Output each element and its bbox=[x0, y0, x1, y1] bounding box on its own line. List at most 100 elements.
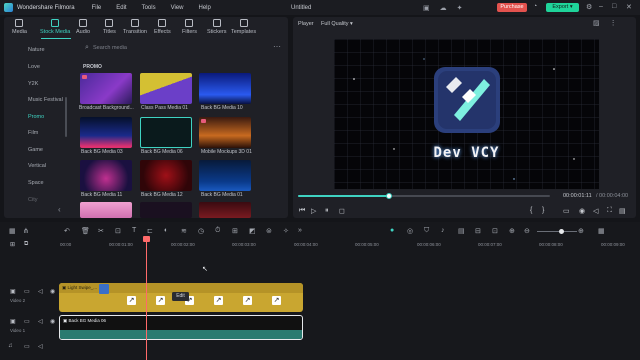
timer-icon[interactable]: ⏱ bbox=[215, 227, 220, 235]
tab-stickers[interactable]: Stickers bbox=[207, 19, 227, 35]
media-thumb-back-bg-11[interactable] bbox=[80, 160, 132, 191]
media-thumb-back-bg-03[interactable] bbox=[80, 117, 132, 148]
minimize-icon[interactable]: – bbox=[599, 3, 603, 10]
tab-media[interactable]: Media bbox=[12, 19, 27, 35]
audio-tool-icon[interactable]: ≋ bbox=[181, 227, 187, 235]
crop-icon[interactable]: ⊡ bbox=[115, 227, 121, 235]
microphone-icon[interactable]: ♪ bbox=[441, 227, 445, 234]
folder-track-icon[interactable]: ▭ bbox=[24, 343, 30, 350]
sidebar-item-promo[interactable]: Promo bbox=[28, 114, 44, 120]
tab-titles[interactable]: Titles bbox=[103, 19, 116, 35]
menu-edit[interactable]: Edit bbox=[116, 5, 126, 11]
pause-icon[interactable]: ⏸ bbox=[325, 207, 329, 215]
fullscreen-icon[interactable]: ⛶ bbox=[607, 207, 612, 215]
undo-icon[interactable]: ↶ bbox=[64, 227, 70, 235]
add-track-icon[interactable]: ⊞ bbox=[10, 241, 15, 248]
display-settings-icon[interactable]: ▭ bbox=[563, 207, 570, 215]
quality-dropdown[interactable]: Full Quality ▾ bbox=[321, 21, 353, 27]
export-button[interactable]: Export ▾ bbox=[546, 3, 579, 12]
sidebar-item-space[interactable]: Space bbox=[28, 180, 44, 186]
motion-icon[interactable]: ⊡ bbox=[492, 227, 498, 235]
sidebar-item-love[interactable]: Love bbox=[28, 64, 40, 70]
eye-icon[interactable]: ◉ bbox=[50, 318, 55, 325]
progress-handle[interactable] bbox=[385, 193, 392, 199]
playhead[interactable] bbox=[146, 238, 147, 360]
media-thumb-back-bg-10[interactable] bbox=[199, 73, 251, 104]
delete-icon[interactable]: 🗑 bbox=[81, 227, 90, 235]
magnet-icon[interactable]: ⋔ bbox=[23, 227, 29, 235]
link-icon[interactable]: ⧉ bbox=[24, 241, 28, 248]
sidebar-item-film[interactable]: Film bbox=[28, 130, 38, 136]
search-input[interactable]: Search media bbox=[93, 45, 127, 51]
play-icon[interactable]: ▷ bbox=[311, 207, 316, 215]
zoom-slider[interactable] bbox=[537, 229, 577, 234]
media-thumb-row4-1[interactable] bbox=[80, 202, 132, 218]
zoom-out-icon[interactable]: ⊖ bbox=[524, 227, 530, 235]
tab-audio[interactable]: Audio bbox=[76, 19, 90, 35]
media-thumb-broadcast[interactable] bbox=[80, 73, 132, 104]
playback-progress-bar[interactable] bbox=[298, 193, 550, 199]
menu-view[interactable]: View bbox=[171, 5, 184, 11]
layout-icon[interactable]: ▦ bbox=[9, 227, 16, 235]
cloud-icon[interactable]: ☁ bbox=[440, 4, 447, 12]
sidebar-item-nature[interactable]: Nature bbox=[28, 47, 45, 53]
mark-out-icon[interactable]: } bbox=[542, 207, 544, 214]
snapshot-tool-icon[interactable]: ⊟ bbox=[475, 227, 481, 235]
volume-track-icon[interactable]: ◁ bbox=[38, 288, 43, 295]
sidebar-item-music-festival[interactable]: Music Festival bbox=[28, 97, 63, 103]
volume-track-icon[interactable]: ◁ bbox=[38, 343, 43, 350]
image-icon[interactable]: ▨ bbox=[593, 19, 600, 27]
tab-effects[interactable]: Effects bbox=[154, 19, 171, 35]
sidebar-scrollbar[interactable] bbox=[65, 97, 67, 137]
notification-icon[interactable]: ◔ bbox=[533, 3, 537, 10]
voiceover-icon[interactable]: ▤ bbox=[458, 227, 465, 235]
settings-icon[interactable]: ⚙ bbox=[586, 3, 592, 11]
close-icon[interactable]: ✕ bbox=[626, 3, 632, 11]
folder-track-icon[interactable]: ▭ bbox=[24, 318, 30, 325]
purchase-button[interactable]: Purchase bbox=[497, 3, 527, 12]
folder-track-icon[interactable]: ▭ bbox=[24, 288, 30, 295]
video-clip[interactable]: ▣ Back BG Media 06 bbox=[59, 315, 303, 340]
stop-icon[interactable]: ◻ bbox=[339, 207, 345, 215]
gift-icon[interactable]: ✦ bbox=[457, 4, 463, 12]
eye-icon[interactable]: ◉ bbox=[50, 288, 55, 295]
save-icon[interactable]: ▣ bbox=[423, 4, 430, 12]
more-icon[interactable]: ⋮ bbox=[610, 19, 617, 27]
mask-icon[interactable]: ◩ bbox=[249, 227, 256, 235]
maximize-icon[interactable]: □ bbox=[612, 3, 616, 10]
tab-transition[interactable]: Transition bbox=[123, 19, 147, 35]
trim-icon[interactable]: ⊏ bbox=[147, 227, 153, 235]
menu-file[interactable]: File bbox=[92, 5, 102, 11]
snapshot-icon[interactable]: ◉ bbox=[579, 207, 585, 215]
zoom-in-icon[interactable]: ⊕ bbox=[578, 227, 584, 235]
menu-tools[interactable]: Tools bbox=[142, 5, 156, 11]
media-thumb-row4-3[interactable] bbox=[199, 202, 251, 218]
media-thumb-back-bg-01[interactable] bbox=[199, 160, 251, 191]
media-thumb-mobile-mockups[interactable] bbox=[199, 117, 251, 148]
text-tool-icon[interactable]: T bbox=[132, 227, 136, 234]
more-options-icon[interactable]: ⋯ bbox=[273, 42, 281, 51]
shield-icon[interactable]: ⛉ bbox=[424, 227, 429, 235]
render-icon[interactable]: ▤ bbox=[619, 207, 626, 215]
collapse-sidebar-icon[interactable]: ‹ bbox=[58, 205, 61, 214]
volume-icon[interactable]: ◁ bbox=[593, 207, 598, 215]
more-tools-icon[interactable]: » bbox=[298, 227, 302, 234]
media-thumb-back-bg-06[interactable] bbox=[140, 117, 192, 148]
zoom-slider-handle[interactable] bbox=[559, 229, 564, 234]
media-thumb-class-pass[interactable] bbox=[140, 73, 192, 104]
fit-icon[interactable]: ⊞ bbox=[232, 227, 238, 235]
ai-icon[interactable]: ✧ bbox=[283, 227, 289, 235]
grid-view-icon[interactable]: ▦ bbox=[598, 227, 605, 235]
tab-stock-media[interactable]: Stock Media bbox=[40, 19, 70, 35]
media-thumb-row4-2[interactable] bbox=[140, 202, 192, 218]
sidebar-item-vertical[interactable]: Vertical bbox=[28, 163, 46, 169]
tab-templates[interactable]: Templates bbox=[231, 19, 256, 35]
speed-icon[interactable]: ◷ bbox=[198, 227, 204, 235]
menu-help[interactable]: Help bbox=[199, 5, 211, 11]
sidebar-item-city[interactable]: City bbox=[28, 197, 37, 203]
color-icon[interactable]: ◐ bbox=[164, 227, 168, 234]
tab-filters[interactable]: Filters bbox=[182, 19, 197, 35]
volume-track-icon[interactable]: ◁ bbox=[38, 318, 43, 325]
auto-highlight-icon[interactable]: ● bbox=[390, 227, 394, 234]
sidebar-item-y2k[interactable]: Y2K bbox=[28, 81, 38, 87]
